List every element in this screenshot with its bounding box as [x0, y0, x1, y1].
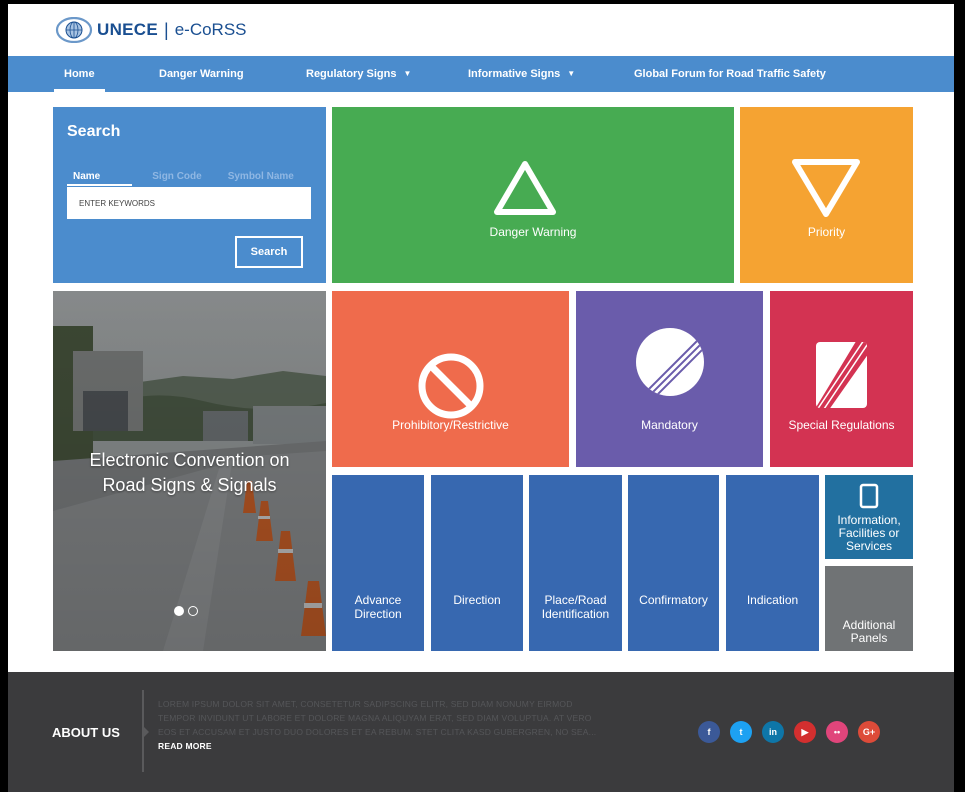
youtube-icon[interactable]: ▶: [794, 721, 816, 743]
hero-carousel[interactable]: Electronic Convention on Road Signs & Si…: [53, 291, 326, 651]
right-edge: [954, 0, 965, 792]
tab-symbol-name[interactable]: Symbol Name: [222, 171, 300, 186]
tile-additional-panels[interactable]: Additional Panels: [825, 566, 913, 651]
tile-danger-warning-label: Danger Warning: [489, 225, 577, 239]
nav-regulatory-signs-label: Regulatory Signs: [306, 68, 397, 80]
about-us-text: LOREM IPSUM DOLOR SIT AMET, CONSETETUR S…: [158, 697, 608, 753]
tile-danger-warning[interactable]: Danger Warning: [332, 107, 734, 283]
tile-special-regulations-label: Special Regulations: [788, 418, 895, 432]
tile-place-label: Place/Road Identification: [529, 593, 622, 621]
tile-special-regulations[interactable]: Special Regulations: [770, 291, 913, 467]
tile-info-label: Information, Facilities or Services: [825, 514, 913, 553]
tab-sign-code[interactable]: Sign Code: [146, 171, 207, 186]
nav-danger-warning-label: Danger Warning: [159, 68, 244, 80]
brand-name: UNECE: [97, 20, 159, 39]
tile-mandatory-label: Mandatory: [641, 418, 698, 432]
about-us-heading: ABOUT US: [52, 725, 120, 740]
tile-priority-label: Priority: [807, 225, 846, 239]
left-edge: [0, 0, 8, 792]
nav-danger-warning[interactable]: Danger Warning: [159, 56, 244, 92]
label-line: Identification: [541, 607, 610, 621]
tile-information-facilities-services[interactable]: Information, Facilities or Services: [825, 475, 913, 559]
tile-additional-label: Additional Panels: [825, 619, 913, 645]
carousel-dots: [174, 606, 198, 616]
hero-title: Electronic Convention on Road Signs & Si…: [53, 448, 326, 498]
prohibition-icon: [418, 353, 484, 419]
label-line: Services: [845, 539, 892, 553]
nav-home-label: Home: [64, 68, 95, 80]
nav-informative-signs[interactable]: Informative Signs ▼: [468, 56, 575, 92]
end-of-restriction-icon: [636, 328, 704, 396]
tile-mandatory[interactable]: Mandatory: [576, 291, 763, 467]
special-regulation-sign-icon: [816, 342, 867, 408]
tile-prohibitory-restrictive[interactable]: Prohibitory/Restrictive: [332, 291, 569, 467]
search-input[interactable]: [67, 187, 311, 219]
hero-title-line1: Electronic Convention on: [89, 450, 290, 470]
read-more-link[interactable]: READ MORE: [158, 741, 212, 751]
tile-direction[interactable]: Direction: [431, 475, 523, 651]
hero-title-line2: Road Signs & Signals: [102, 475, 277, 495]
site-header: UNECE | e-CoRSS: [8, 4, 954, 56]
label-line: Panels: [850, 631, 888, 645]
info-panel-icon: [859, 483, 879, 509]
label-line: Direction: [354, 607, 402, 621]
brand-separator: |: [164, 19, 169, 40]
nav-regulatory-signs[interactable]: Regulatory Signs ▼: [306, 56, 411, 92]
label-line: Advance: [354, 593, 402, 607]
product-name: e-CoRSS: [174, 20, 247, 39]
search-title: Search: [67, 123, 121, 140]
un-emblem-icon: [55, 17, 93, 43]
tile-indication-label: Indication: [746, 593, 799, 607]
about-us-body: LOREM IPSUM DOLOR SIT AMET, CONSETETUR S…: [158, 699, 597, 737]
about-divider-arrow: [144, 727, 149, 737]
tile-prohibitory-label: Prohibitory/Restrictive: [392, 418, 509, 432]
googleplus-icon[interactable]: G+: [858, 721, 880, 743]
main-nav: Home Danger Warning Regulatory Signs ▼ In…: [8, 56, 954, 92]
inverted-triangle-icon: [792, 159, 860, 217]
tile-advance-direction-label: Advance Direction: [332, 593, 424, 621]
triangle-warning-icon: [494, 161, 556, 215]
tile-advance-direction[interactable]: Advance Direction: [332, 475, 424, 651]
chevron-down-icon: ▼: [567, 69, 576, 78]
label-line: Place/Road: [544, 593, 607, 607]
nav-global-forum[interactable]: Global Forum for Road Traffic Safety: [634, 56, 826, 92]
chevron-down-icon: ▼: [403, 69, 412, 78]
twitter-icon[interactable]: t: [730, 721, 752, 743]
search-button[interactable]: Search: [235, 236, 303, 268]
flickr-icon[interactable]: ••: [826, 721, 848, 743]
nav-informative-signs-label: Informative Signs: [468, 68, 561, 80]
carousel-dot-2[interactable]: [188, 606, 198, 616]
footer: ABOUT US LOREM IPSUM DOLOR SIT AMET, CON…: [8, 672, 954, 792]
nav-home[interactable]: Home: [54, 56, 104, 92]
tab-name[interactable]: Name: [67, 171, 133, 186]
facebook-icon[interactable]: f: [698, 721, 720, 743]
tile-priority[interactable]: Priority: [740, 107, 913, 283]
search-tabs: Name Sign Code Symbol Name: [67, 171, 314, 186]
search-panel: Search Name Sign Code Symbol Name Search: [53, 107, 326, 283]
tile-indication[interactable]: Indication: [726, 475, 819, 651]
unece-logo[interactable]: UNECE | e-CoRSS: [55, 17, 247, 43]
linkedin-icon[interactable]: in: [762, 721, 784, 743]
tile-confirmatory-label: Confirmatory: [639, 593, 708, 607]
social-links: f t in ▶ •• G+: [698, 721, 880, 743]
carousel-dot-1[interactable]: [174, 606, 184, 616]
tile-direction-label: Direction: [453, 593, 501, 607]
tile-place-road-identification[interactable]: Place/Road Identification: [529, 475, 622, 651]
tile-confirmatory[interactable]: Confirmatory: [628, 475, 719, 651]
nav-global-forum-label: Global Forum for Road Traffic Safety: [634, 68, 826, 80]
